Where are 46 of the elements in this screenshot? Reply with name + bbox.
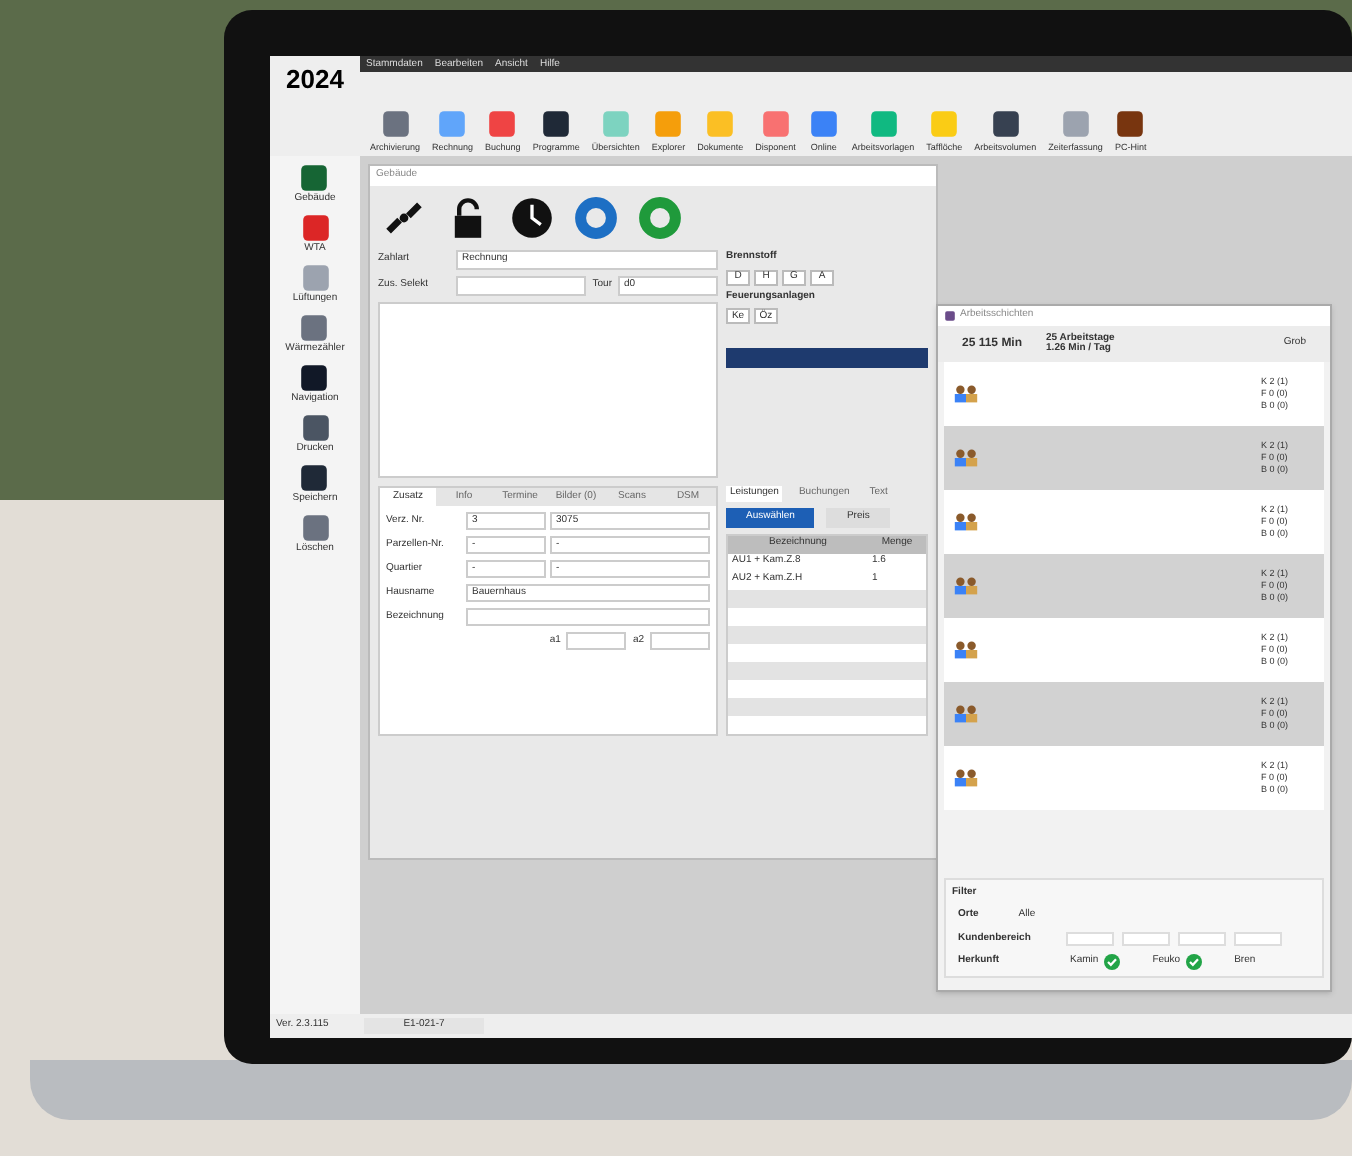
square-icon bbox=[298, 462, 331, 494]
square-icon bbox=[989, 107, 1022, 139]
input-field[interactable] bbox=[466, 608, 710, 626]
input-field[interactable] bbox=[1178, 931, 1226, 946]
square-icon bbox=[807, 107, 840, 139]
square-icon bbox=[298, 162, 331, 194]
selected-row[interactable] bbox=[726, 348, 928, 368]
square-icon bbox=[1114, 107, 1147, 139]
ring-icon[interactable] bbox=[574, 196, 618, 240]
people-icon bbox=[952, 448, 980, 468]
square-icon bbox=[759, 107, 792, 139]
input-field[interactable] bbox=[1066, 931, 1114, 946]
square-icon bbox=[298, 362, 331, 394]
input-field[interactable] bbox=[1234, 931, 1282, 946]
square-icon bbox=[298, 312, 331, 344]
year-label: 2024 bbox=[286, 62, 344, 98]
people-icon bbox=[952, 640, 980, 660]
input-field[interactable] bbox=[1122, 931, 1170, 946]
input-field[interactable] bbox=[456, 276, 587, 296]
square-icon bbox=[299, 512, 331, 544]
people-icon bbox=[952, 512, 980, 532]
square-icon bbox=[867, 107, 900, 139]
input-field[interactable] bbox=[566, 632, 627, 650]
clock-icon[interactable] bbox=[510, 196, 554, 240]
people-icon bbox=[952, 768, 980, 788]
square-icon bbox=[379, 107, 411, 139]
people-icon bbox=[952, 384, 980, 404]
check-icon[interactable] bbox=[1104, 954, 1121, 970]
square-icon bbox=[599, 107, 632, 139]
square-icon bbox=[436, 107, 469, 139]
notes-field[interactable] bbox=[378, 302, 718, 478]
square-icon bbox=[704, 107, 737, 139]
people-icon bbox=[952, 576, 980, 596]
square-icon bbox=[486, 107, 519, 139]
input-field[interactable] bbox=[650, 632, 710, 650]
square-icon bbox=[652, 107, 685, 139]
square-icon bbox=[299, 262, 331, 294]
square-icon bbox=[299, 412, 331, 444]
square-icon bbox=[1059, 107, 1092, 139]
square-icon bbox=[944, 310, 956, 322]
ring-icon[interactable] bbox=[638, 196, 682, 240]
people-icon bbox=[952, 704, 980, 724]
square-icon bbox=[540, 107, 573, 139]
square-icon bbox=[928, 107, 961, 139]
check-icon[interactable] bbox=[1186, 954, 1203, 970]
square-icon bbox=[299, 212, 331, 244]
